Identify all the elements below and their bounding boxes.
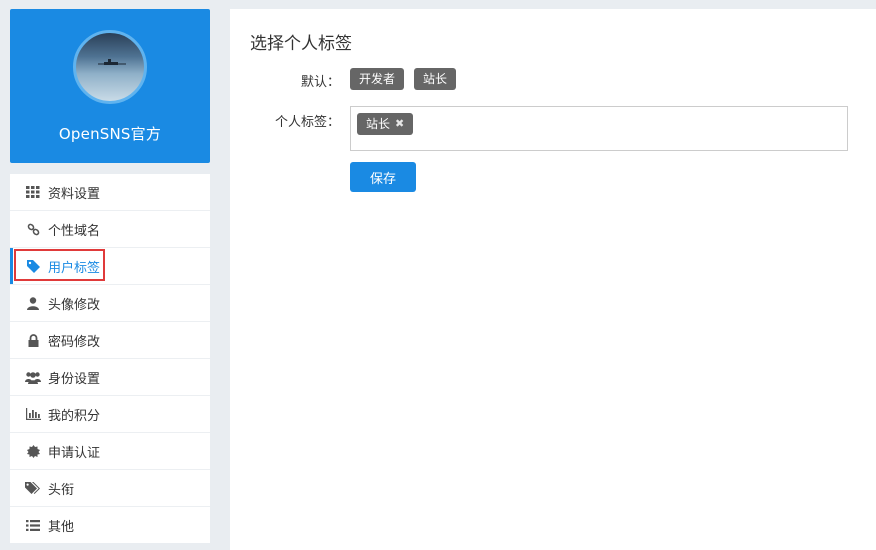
- main-panel: 选择个人标签 默认： 开发者 站长 个人标签： 站长 ✖ 保存: [230, 9, 876, 550]
- menu-item-other[interactable]: 其他: [10, 507, 210, 543]
- default-tag-webmaster[interactable]: 站长: [414, 68, 457, 90]
- menu-item-label: 密码修改: [48, 334, 101, 350]
- selected-tag-label: 站长: [366, 117, 391, 131]
- default-tags: 开发者 站长: [350, 68, 457, 90]
- menu-item-password-edit[interactable]: 密码修改: [10, 322, 210, 359]
- menu-item-avatar-edit[interactable]: 头像修改: [10, 285, 210, 322]
- menu-item-label: 身份设置: [48, 371, 101, 387]
- menu-item-identity-settings[interactable]: 身份设置: [10, 359, 210, 396]
- menu-item-label: 我的积分: [48, 408, 101, 424]
- tags-icon: [25, 480, 41, 496]
- selected-tag: 站长 ✖: [357, 113, 414, 135]
- lock-icon: [25, 332, 41, 348]
- default-tags-label: 默认：: [300, 75, 340, 90]
- menu-item-label: 头像修改: [48, 297, 101, 313]
- menu-item-titles[interactable]: 头衔: [10, 470, 210, 507]
- certificate-icon: [25, 443, 41, 459]
- menu-item-custom-domain[interactable]: 个性域名: [10, 211, 210, 248]
- save-button[interactable]: 保存: [350, 162, 416, 192]
- menu-item-apply-certification[interactable]: 申请认证: [10, 433, 210, 470]
- personal-tags-input[interactable]: 站长 ✖: [350, 106, 848, 151]
- user-icon: [25, 295, 41, 311]
- menu-item-label: 头衔: [48, 482, 75, 498]
- remove-tag-icon[interactable]: ✖: [395, 113, 404, 135]
- default-tag-developer[interactable]: 开发者: [350, 68, 405, 90]
- link-icon: [25, 221, 41, 237]
- menu-item-label: 个性域名: [48, 223, 101, 239]
- bar-chart-icon: [25, 406, 41, 422]
- menu-item-label: 资料设置: [48, 186, 101, 202]
- menu-item-label: 申请认证: [48, 445, 101, 461]
- users-icon: [25, 369, 41, 385]
- list-icon: [25, 517, 41, 533]
- site-name[interactable]: OpenSNS官方: [59, 123, 161, 144]
- grid-icon: [25, 184, 41, 200]
- page-title: 选择个人标签: [250, 34, 352, 54]
- menu-item-label: 其他: [48, 519, 75, 535]
- menu-item-user-tags[interactable]: 用户标签: [10, 248, 210, 285]
- sidebar: OpenSNS官方 资料设置 个性域名 用户标签 头像修改 密码修改 身份设置 …: [10, 9, 210, 543]
- avatar[interactable]: [73, 30, 147, 104]
- menu-item-profile-settings[interactable]: 资料设置: [10, 174, 210, 211]
- menu-item-my-points[interactable]: 我的积分: [10, 396, 210, 433]
- personal-tags-label: 个人标签：: [274, 115, 340, 130]
- profile-card: OpenSNS官方: [10, 9, 210, 163]
- settings-menu: 资料设置 个性域名 用户标签 头像修改 密码修改 身份设置 我的积分 申请认证 …: [10, 174, 210, 543]
- tag-icon: [25, 258, 41, 274]
- menu-item-label: 用户标签: [48, 260, 101, 276]
